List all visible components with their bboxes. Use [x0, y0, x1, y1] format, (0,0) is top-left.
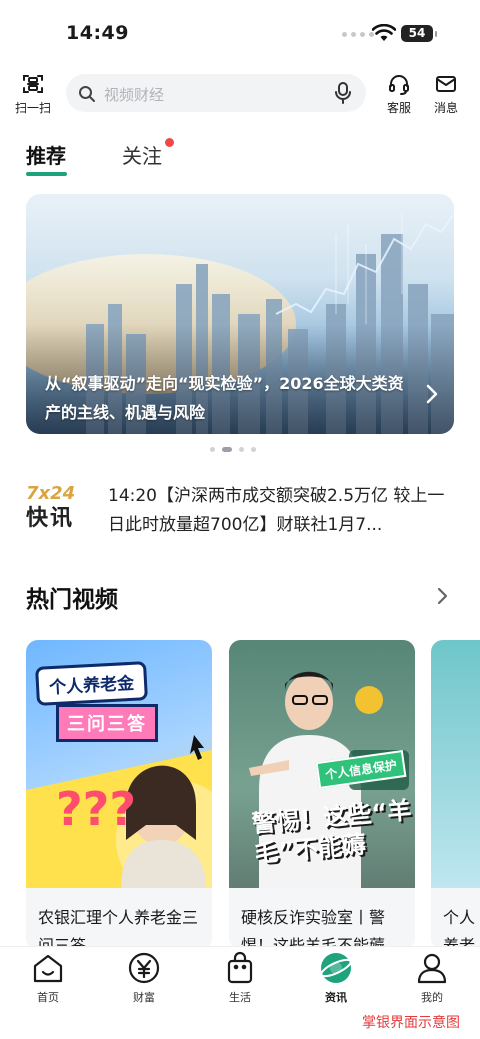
hero-banner[interactable]: 从“叙事驱动”走向“现实检验”，2026全球大类资产的主线、机遇与风险 [26, 194, 454, 434]
nav-life-label: 生活 [229, 991, 251, 1004]
banner-pager [210, 447, 256, 452]
watermark-caption: 掌银界面示意图 [362, 1015, 460, 1031]
video-card[interactable]: 个人信息保护 警惕！这些“羊毛”不能薅 硬核反诈实验室丨警惕！这些羊毛不能薅 [229, 640, 415, 950]
hot-videos-title: 热门视频 [26, 587, 118, 613]
yuan-icon [128, 952, 160, 984]
tab-recommend-label: 推荐 [26, 144, 66, 168]
video-tag: 三问三答 [56, 704, 158, 742]
top-bar: 扫一扫 视频财经 客服 消息 [0, 70, 480, 118]
chevron-right-icon[interactable] [437, 586, 449, 606]
planet-icon [320, 953, 352, 983]
video-title: 硬核反诈实验室丨警惕！这些羊毛不能薅 [241, 908, 386, 950]
nav-me[interactable]: 我的 [402, 951, 462, 1005]
video-card[interactable]: ??? 个人养老金 三问三答 农银汇理个人养老金三问三答 [26, 640, 212, 950]
banner-headline: 从“叙事驱动”走向“现实检验”，2026全球大类资产的主线、机遇与风险 [45, 374, 404, 422]
nav-wealth[interactable]: 财富 [114, 951, 174, 1005]
flash-news-text: 14:20【沪深两市成交额突破2.5万亿 较上一日此时放量超700亿】财联社1月… [108, 486, 445, 535]
nav-home-label: 首页 [37, 991, 59, 1004]
customer-service-button[interactable]: 客服 [377, 70, 421, 116]
battery-icon: 54 [401, 25, 437, 42]
flash-logo-bottom: 快讯 [26, 506, 75, 531]
flash-news[interactable]: 7x24 快讯 14:20【沪深两市成交额突破2.5万亿 较上一日此时放量超70… [0, 480, 480, 540]
scan-icon [23, 75, 43, 93]
notification-dot [165, 138, 174, 147]
scan-button[interactable]: 扫一扫 [11, 70, 55, 116]
mail-icon [436, 76, 456, 92]
shopping-bag-icon [227, 951, 253, 984]
video-thumbnail: ??? 个人养老金 三问三答 [26, 640, 212, 888]
flash-news-logo: 7x24 快讯 [26, 484, 86, 534]
nav-news[interactable]: 资讯 [306, 951, 366, 1005]
nav-life[interactable]: 生活 [210, 951, 270, 1005]
scan-label: 扫一扫 [14, 101, 51, 115]
svg-text:???: ??? [56, 782, 136, 836]
video-thumbnail: 个人信息保护 警惕！这些“羊毛”不能薅 [229, 640, 415, 888]
nav-home[interactable]: 首页 [18, 951, 78, 1005]
video-tag: 个人养老金 [35, 661, 148, 706]
pager-dot-active [222, 447, 232, 452]
status-bar: 14:49 54 [0, 0, 480, 64]
pager-dot [239, 447, 244, 452]
microphone-icon[interactable] [334, 82, 352, 104]
wifi-icon [372, 24, 396, 41]
headset-icon [389, 75, 409, 95]
nav-me-label: 我的 [421, 991, 443, 1004]
video-card[interactable]: 个人养老金一看就懂 [431, 640, 480, 950]
flash-logo-top: 7x24 [26, 483, 76, 504]
search-icon [79, 86, 95, 102]
message-button[interactable]: 消息 [424, 70, 468, 116]
tab-follow[interactable]: 关注 [122, 138, 174, 169]
user-icon [417, 953, 447, 984]
video-title: 农银汇理个人养老金三问三答 [38, 908, 199, 950]
content-tabs: 推荐 关注 [0, 138, 480, 178]
status-time: 14:49 [66, 22, 129, 44]
video-thumbnail [431, 640, 480, 888]
chevron-right-icon [426, 384, 438, 404]
active-tab-underline [26, 172, 67, 176]
search-placeholder: 视频财经 [104, 86, 165, 104]
message-label: 消息 [433, 101, 458, 115]
nav-news-label: 资讯 [325, 991, 347, 1004]
home-icon [33, 954, 63, 983]
tab-recommend[interactable]: 推荐 [26, 140, 67, 176]
pager-dot [210, 447, 215, 452]
tab-follow-label: 关注 [122, 144, 162, 168]
signal-dots-icon [342, 32, 374, 37]
nav-wealth-label: 财富 [133, 991, 155, 1004]
service-label: 客服 [386, 101, 411, 115]
video-title: 个人养老金一看就懂 [443, 908, 476, 950]
search-input[interactable]: 视频财经 [66, 74, 366, 112]
pager-dot [251, 447, 256, 452]
